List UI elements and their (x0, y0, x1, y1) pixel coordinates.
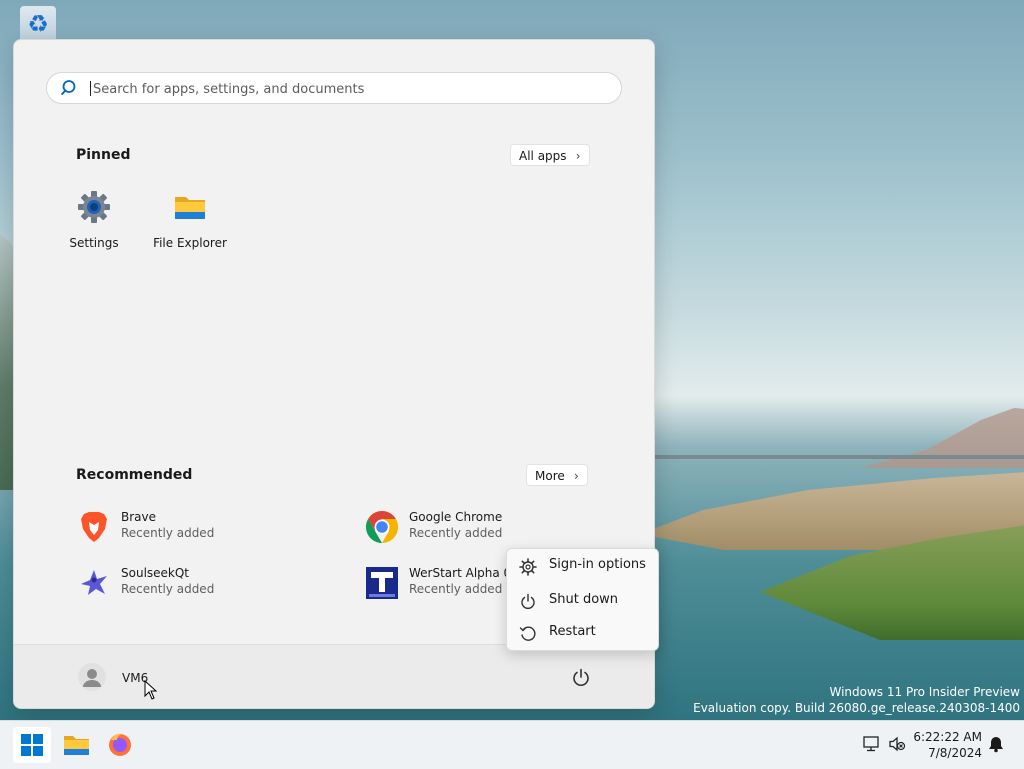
power-options-menu: Sign-in options Shut down Restart (506, 548, 659, 651)
menu-item-label: Shut down (549, 592, 619, 607)
clock-date: 7/8/2024 (928, 746, 982, 760)
menu-item-sign-in-options[interactable]: Sign-in options (507, 551, 658, 581)
pinned-app-file-explorer[interactable]: File Explorer (142, 190, 238, 254)
more-button[interactable]: More › (526, 464, 588, 486)
power-icon[interactable] (570, 667, 592, 689)
recommended-item-name: Google Chrome (409, 510, 503, 524)
recommended-item-name: Brave (121, 510, 157, 524)
brave-icon (81, 512, 107, 542)
more-label: More (535, 469, 565, 483)
mouse-cursor-icon (144, 680, 158, 700)
start-button[interactable] (13, 727, 51, 763)
all-apps-label: All apps (519, 149, 567, 163)
recommended-item-brave[interactable]: Brave Recently added (77, 508, 327, 548)
recommended-item-soulseekqt[interactable]: SoulseekQt Recently added (77, 564, 327, 604)
taskbar-firefox[interactable] (101, 727, 139, 763)
recommended-item-google-chrome[interactable]: Google Chrome Recently added (365, 508, 615, 548)
werstart-icon (366, 567, 398, 599)
user-avatar[interactable] (78, 663, 106, 691)
taskbar-file-explorer[interactable] (57, 727, 95, 763)
menu-item-shut-down[interactable]: Shut down (507, 586, 658, 616)
search-input[interactable] (91, 77, 595, 101)
pinned-app-settings[interactable]: Settings (46, 190, 142, 254)
folder-icon (175, 197, 205, 219)
pinned-app-label: Settings (69, 236, 119, 250)
recommended-item-subtitle: Recently added (121, 582, 215, 596)
taskbar: 6:22:22 AM 7/8/2024 (0, 720, 1024, 769)
search-box[interactable] (46, 72, 622, 104)
folder-icon (64, 736, 89, 755)
watermark-build: Evaluation copy. Build 26080.ge_release.… (693, 701, 1020, 715)
evaluation-watermark: Windows 11 Pro Insider Preview Evaluatio… (693, 684, 1020, 716)
recommended-item-subtitle: Recently added (409, 582, 503, 596)
recommended-heading: Recommended (76, 467, 193, 483)
pinned-app-label: File Explorer (153, 236, 227, 250)
menu-item-label: Sign-in options (549, 557, 646, 572)
network-icon[interactable] (862, 735, 880, 753)
clock[interactable]: 6:22:22 AM 7/8/2024 (910, 729, 982, 761)
chrome-icon (365, 510, 399, 544)
menu-item-label: Restart (549, 624, 596, 639)
user-icon (83, 669, 101, 687)
recommended-item-subtitle: Recently added (409, 526, 503, 540)
recommended-item-name: SoulseekQt (121, 566, 190, 580)
clock-time: 6:22:22 AM (913, 730, 982, 744)
gear-icon (519, 558, 537, 576)
power-icon (521, 593, 535, 609)
restart-icon (519, 626, 536, 641)
volume-muted-icon[interactable] (888, 735, 906, 753)
notification-bell-icon[interactable] (987, 735, 1005, 753)
chevron-right-icon: › (575, 149, 581, 163)
recycle-bin-icon[interactable]: ♻ (20, 6, 56, 42)
watermark-edition: Windows 11 Pro Insider Preview (829, 685, 1020, 699)
pinned-heading: Pinned (76, 147, 131, 163)
wallpaper-horizon (653, 455, 1024, 459)
wallpaper-mountain (860, 408, 1024, 468)
chevron-right-icon: › (573, 469, 579, 483)
all-apps-button[interactable]: All apps › (510, 144, 590, 166)
gear-icon (78, 191, 110, 223)
search-icon (61, 80, 76, 95)
start-menu-footer: VM6 (14, 644, 654, 708)
recommended-item-subtitle: Recently added (121, 526, 215, 540)
firefox-icon (109, 733, 131, 756)
menu-item-restart[interactable]: Restart (507, 618, 658, 648)
soulseek-icon (81, 570, 107, 595)
windows-logo-icon (21, 734, 43, 756)
